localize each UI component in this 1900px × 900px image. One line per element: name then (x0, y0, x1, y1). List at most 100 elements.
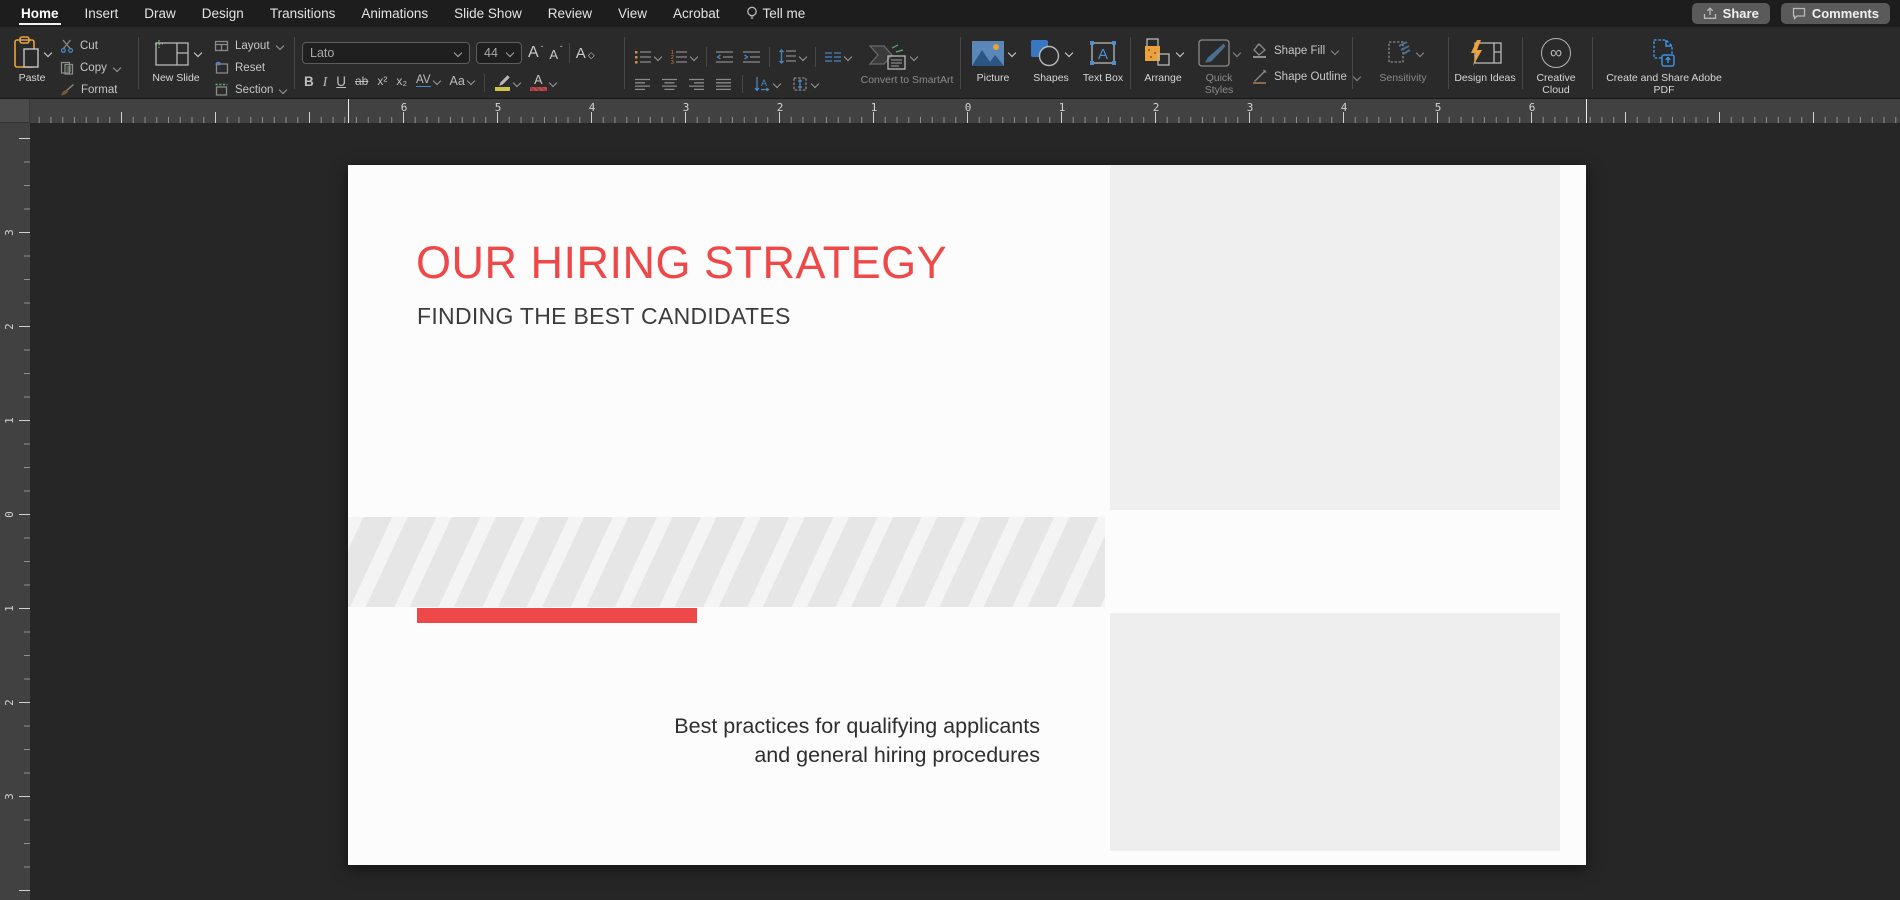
adobe-pdf-button[interactable]: Create and Share Adobe PDF (1600, 35, 1728, 96)
editing-canvas[interactable]: OUR HIRING STRATEGY FINDING THE BEST CAN… (30, 123, 1900, 900)
paragraph-group-row2: A (634, 75, 819, 93)
reset-button[interactable]: Reset (214, 60, 287, 75)
font-size-select[interactable]: 44 (476, 42, 522, 64)
shape-outline-icon (1252, 69, 1268, 84)
slide-left-margin-marker (348, 99, 349, 123)
layout-dropdown-chevron[interactable] (276, 42, 284, 50)
slide-title[interactable]: OUR HIRING STRATEGY (416, 237, 947, 289)
text-box-button[interactable]: A Text Box (1080, 35, 1126, 85)
paste-label: Paste (19, 73, 46, 85)
menu-tab-draw[interactable]: Draw (131, 0, 189, 27)
group-divider (742, 75, 743, 93)
align-center-button[interactable] (661, 78, 678, 91)
bold-button[interactable]: B (304, 74, 314, 89)
shape-outline-dropdown-chevron[interactable] (1353, 73, 1361, 81)
copy-button[interactable]: Copy (60, 60, 121, 75)
strikethrough-button[interactable]: ab (355, 74, 368, 88)
decrease-font-size-button[interactable]: Aˇ (549, 45, 562, 62)
vertical-ruler[interactable]: 3210123 (0, 123, 30, 900)
sensitivity-button[interactable]: Sensitivity (1366, 35, 1440, 85)
horizontal-ruler[interactable]: 6543210123456 (30, 99, 1900, 123)
align-right-button[interactable] (688, 78, 705, 91)
slide-subtitle[interactable]: FINDING THE BEST CANDIDATES (417, 303, 791, 330)
picture-button[interactable]: Picture (966, 35, 1020, 85)
quick-styles-button[interactable]: Quick Styles (1194, 35, 1244, 96)
menubar-right-actions: Share Comments (1692, 3, 1900, 24)
share-icon (1703, 7, 1717, 20)
share-button[interactable]: Share (1692, 3, 1770, 24)
slide-top-right-placeholder[interactable] (1110, 165, 1560, 510)
shape-fill-button[interactable]: Shape Fill (1252, 43, 1361, 58)
menu-tab-slide-show[interactable]: Slide Show (441, 0, 535, 27)
new-slide-dropdown-chevron[interactable] (194, 49, 202, 57)
quick-styles-dropdown-chevron[interactable] (1233, 49, 1241, 57)
paste-button[interactable]: Paste (8, 35, 56, 85)
shapes-button[interactable]: Shapes (1026, 35, 1076, 85)
shapes-label: Shapes (1033, 73, 1069, 85)
arrange-button[interactable]: Arrange (1136, 35, 1190, 85)
align-left-button[interactable] (634, 78, 651, 91)
new-slide-button[interactable]: New Slide (146, 35, 206, 85)
h-ruler-label: 4 (1341, 101, 1348, 114)
increase-font-size-button[interactable]: Aˆ (528, 44, 543, 62)
decrease-indent-button[interactable] (715, 50, 734, 64)
justify-button[interactable] (715, 78, 732, 91)
layout-button[interactable]: Layout (214, 38, 287, 53)
menu-tab-transitions[interactable]: Transitions (257, 0, 349, 27)
superscript-button[interactable]: x² (377, 74, 387, 88)
underline-button[interactable]: U (336, 74, 346, 89)
creative-cloud-icon: ∞ (1541, 38, 1571, 68)
columns-button[interactable] (824, 50, 852, 64)
text-highlight-button[interactable] (494, 74, 521, 92)
italic-button[interactable]: I (323, 74, 328, 90)
comments-button[interactable]: Comments (1781, 3, 1890, 24)
change-case-button[interactable]: Aa (450, 74, 475, 88)
menu-tab-insert[interactable]: Insert (72, 0, 132, 27)
character-spacing-button[interactable]: AV (416, 74, 441, 87)
creative-cloud-button[interactable]: ∞ Creative Cloud (1528, 35, 1584, 96)
font-name-select[interactable]: Lato (302, 42, 470, 64)
convert-smartart-button[interactable] (866, 42, 918, 72)
clear-formatting-button[interactable]: A◇ (576, 45, 595, 62)
menu-tab-animations[interactable]: Animations (348, 0, 441, 27)
design-ideas-button[interactable]: Design Ideas (1454, 35, 1516, 85)
slide-1[interactable]: OUR HIRING STRATEGY FINDING THE BEST CAN… (348, 165, 1586, 865)
cut-button[interactable]: Cut (60, 38, 121, 53)
arrange-dropdown-chevron[interactable] (1176, 49, 1184, 57)
font-color-button[interactable]: A (530, 74, 557, 91)
menu-tab-review[interactable]: Review (535, 0, 605, 27)
menu-tab-view[interactable]: View (605, 0, 660, 27)
format-painter-button[interactable]: Format (60, 82, 121, 97)
paste-dropdown-chevron[interactable] (44, 49, 52, 57)
slide-body-text[interactable]: Best practices for qualifying applicants… (674, 712, 1040, 770)
numbering-button[interactable]: 123 (670, 49, 698, 65)
slide-red-accent-bar[interactable] (417, 608, 697, 623)
sensitivity-dropdown-chevron[interactable] (1416, 49, 1424, 57)
shape-outline-button[interactable]: Shape Outline (1252, 69, 1361, 84)
section-dropdown-chevron[interactable] (279, 86, 287, 94)
group-divider (769, 47, 770, 67)
section-button[interactable]: Section (214, 82, 287, 97)
menu-tab-home[interactable]: Home (8, 0, 72, 27)
increase-indent-button[interactable] (742, 50, 761, 64)
slide-bottom-right-placeholder[interactable] (1110, 613, 1560, 851)
shapes-dropdown-chevron[interactable] (1065, 49, 1073, 57)
copy-dropdown-chevron[interactable] (113, 64, 121, 72)
subscript-button[interactable]: x₂ (396, 74, 407, 88)
slide-watermark-strip[interactable] (348, 517, 1105, 607)
creative-cloud-label: Creative Cloud (1528, 73, 1584, 96)
section-icon (214, 83, 229, 96)
layout-icon (214, 40, 229, 52)
menu-tab-tell-me[interactable]: Tell me (733, 0, 819, 27)
v-ruler-label: 2 (3, 699, 16, 706)
h-ruler-label: 6 (1529, 101, 1536, 114)
shape-fill-dropdown-chevron[interactable] (1331, 47, 1339, 55)
line-spacing-button[interactable] (778, 49, 807, 65)
h-ruler-label: 2 (1153, 101, 1160, 114)
bullets-button[interactable] (634, 49, 662, 65)
menu-tab-acrobat[interactable]: Acrobat (660, 0, 733, 27)
menu-tab-design[interactable]: Design (189, 0, 257, 27)
picture-dropdown-chevron[interactable] (1008, 49, 1016, 57)
text-direction-button[interactable]: A (753, 76, 781, 93)
align-text-button[interactable] (791, 76, 819, 92)
